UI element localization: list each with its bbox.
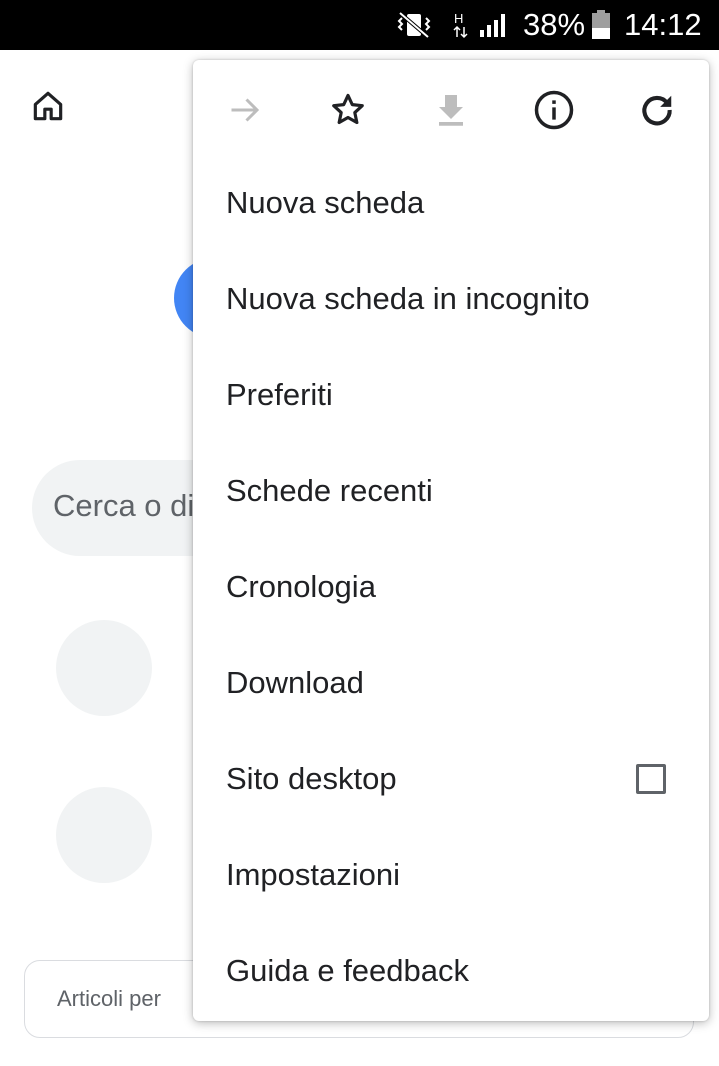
menu-item-label: Sito desktop: [226, 761, 397, 796]
overflow-menu: Nuova scheda Nuova scheda in incognito P…: [193, 60, 709, 1021]
network-type-icon: H: [452, 0, 470, 50]
bookmark-button[interactable]: [322, 84, 374, 136]
clock: 14:12: [624, 7, 702, 42]
home-button[interactable]: [26, 84, 70, 128]
network-type-label: H: [454, 11, 463, 26]
status-bar: H 38% 14:12: [0, 0, 719, 50]
signal-icon: [478, 0, 510, 50]
menu-item-new-tab[interactable]: Nuova scheda: [193, 158, 709, 254]
menu-item-label: Cronologia: [226, 569, 376, 604]
menu-item-label: Impostazioni: [226, 857, 401, 892]
menu-item-help-feedback[interactable]: Guida e feedback: [193, 926, 709, 1021]
desktop-site-checkbox[interactable]: [636, 764, 666, 794]
menu-item-downloads[interactable]: Download: [193, 638, 709, 734]
download-page-button[interactable]: [425, 84, 477, 136]
menu-item-recent-tabs[interactable]: Schede recenti: [193, 446, 709, 542]
page-info-icon: [534, 90, 574, 130]
articles-label: Articoli per: [57, 986, 161, 1011]
menu-item-label: Preferiti: [226, 377, 333, 412]
menu-item-label: Guida e feedback: [226, 953, 470, 988]
page-info-button[interactable]: [528, 84, 580, 136]
menu-item-label: Download: [226, 665, 364, 700]
reload-button[interactable]: [631, 84, 683, 136]
menu-item-label: Nuova scheda: [226, 185, 425, 220]
home-icon: [33, 91, 63, 121]
menu-item-desktop-site[interactable]: Sito desktop: [193, 734, 709, 830]
menu-item-bookmarks[interactable]: Preferiti: [193, 350, 709, 446]
vibrate-icon: [392, 0, 436, 50]
battery-icon: [590, 0, 612, 50]
battery-percentage: 38%: [523, 7, 586, 42]
reload-icon: [642, 95, 672, 126]
menu-item-history[interactable]: Cronologia: [193, 542, 709, 638]
shortcut-tile[interactable]: [56, 787, 152, 883]
bookmark-star-icon: [332, 93, 364, 125]
shortcut-tile[interactable]: [56, 620, 152, 716]
forward-button[interactable]: [219, 84, 271, 136]
forward-icon: [231, 98, 260, 122]
menu-item-settings[interactable]: Impostazioni: [193, 830, 709, 926]
search-placeholder: Cerca o di: [53, 488, 195, 523]
menu-item-new-incognito-tab[interactable]: Nuova scheda in incognito: [193, 254, 709, 350]
menu-toolbar: [193, 60, 709, 160]
menu-item-label: Schede recenti: [226, 473, 433, 508]
download-icon: [439, 95, 463, 126]
menu-item-label: Nuova scheda in incognito: [226, 281, 590, 316]
